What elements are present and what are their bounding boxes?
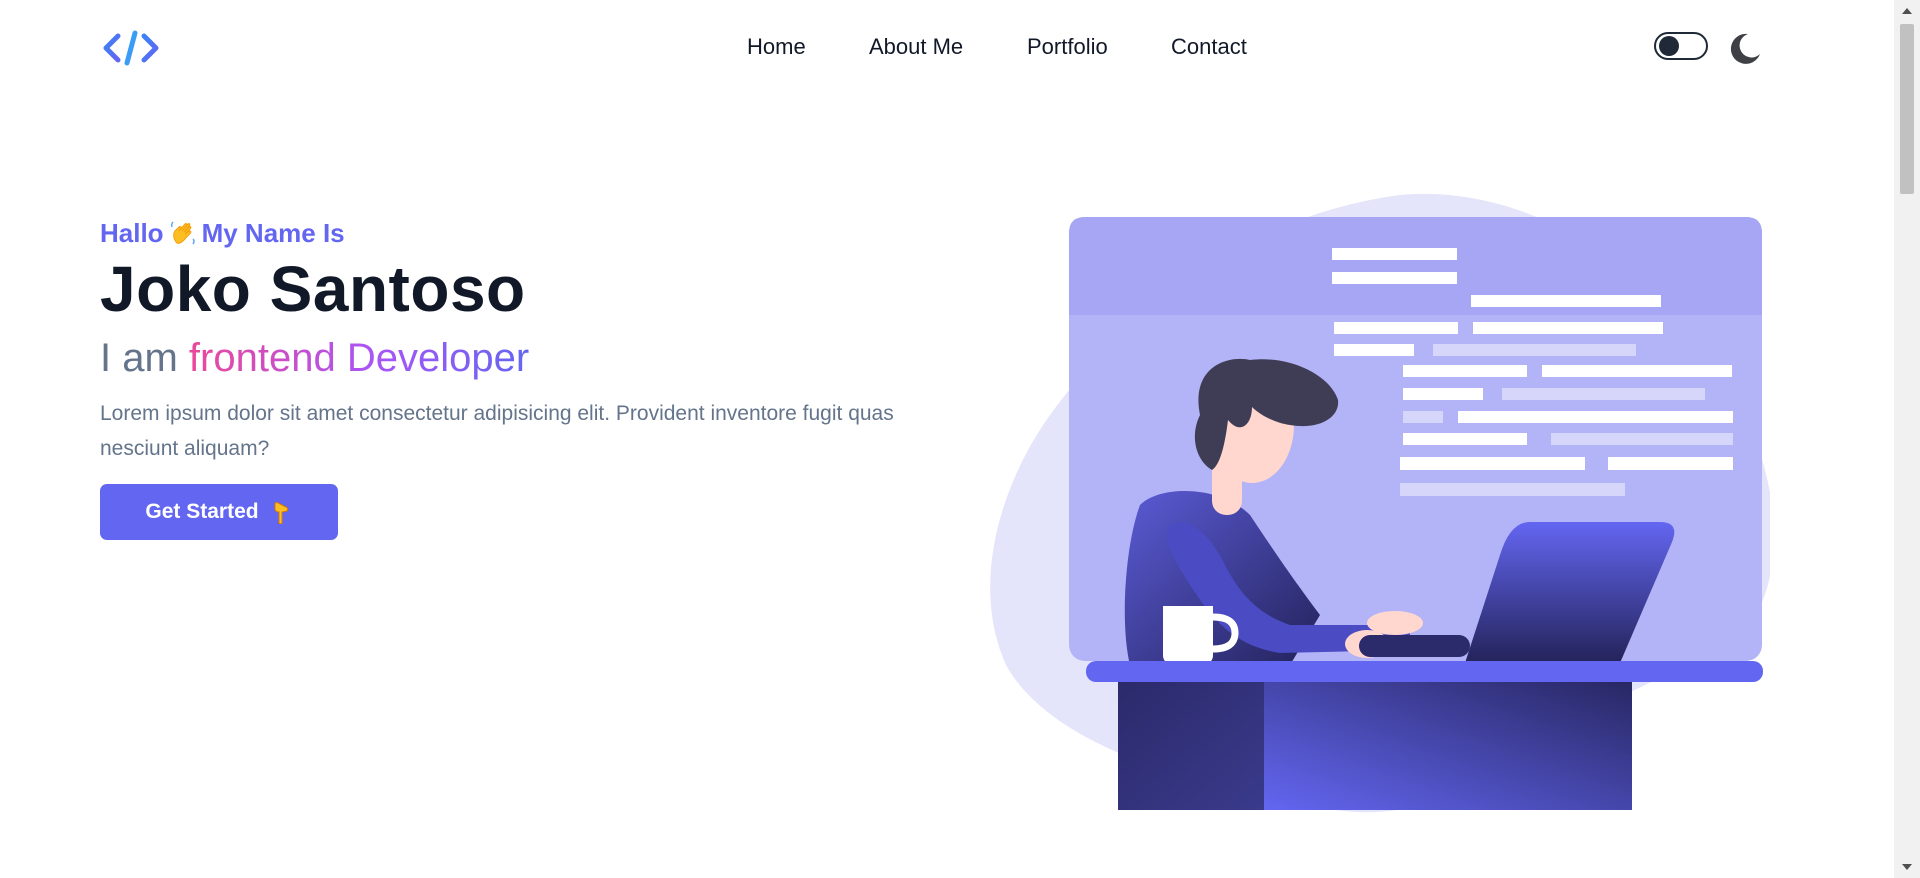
hero-role: I am frontend Developer: [100, 336, 529, 381]
pointing-down-hand-icon: [274, 501, 288, 524]
code-brackets-logo-icon[interactable]: [100, 28, 162, 68]
nav-home[interactable]: Home: [747, 30, 806, 64]
hero-description: Lorem ipsum dolor sit amet consectetur a…: [100, 402, 894, 460]
toggle-knob: [1659, 36, 1679, 56]
desk-body-right: [1264, 682, 1632, 810]
waving-hand-icon: [170, 221, 195, 245]
greeting-suffix: My Name Is: [201, 218, 345, 248]
role-prefix: I am: [100, 336, 178, 380]
theme-toggle-switch[interactable]: [1654, 32, 1708, 60]
developer-illustration: [990, 194, 1770, 813]
moon-icon[interactable]: [1726, 30, 1762, 66]
desk-body-left: [1118, 682, 1264, 810]
greeting-prefix: Hallo: [100, 218, 164, 248]
nav-contact[interactable]: Contact: [1171, 30, 1247, 64]
hero-greeting: Hallo My Name Is: [100, 218, 345, 249]
scrollbar-thumb[interactable]: [1900, 24, 1914, 194]
get-started-button[interactable]: Get Started: [100, 484, 338, 540]
desk-top: [1086, 661, 1763, 682]
nav-about-me[interactable]: About Me: [869, 30, 963, 64]
get-started-label: Get Started: [145, 500, 259, 523]
scroll-down-arrow-icon[interactable]: [1902, 864, 1912, 870]
role-highlight: frontend Developer: [188, 336, 530, 380]
nav-portfolio[interactable]: Portfolio: [1027, 30, 1108, 64]
scroll-up-arrow-icon[interactable]: [1902, 8, 1912, 14]
hero-name: Joko Santoso: [100, 253, 526, 325]
laptop-base: [1359, 635, 1470, 657]
page-scrollbar[interactable]: [1894, 0, 1920, 878]
